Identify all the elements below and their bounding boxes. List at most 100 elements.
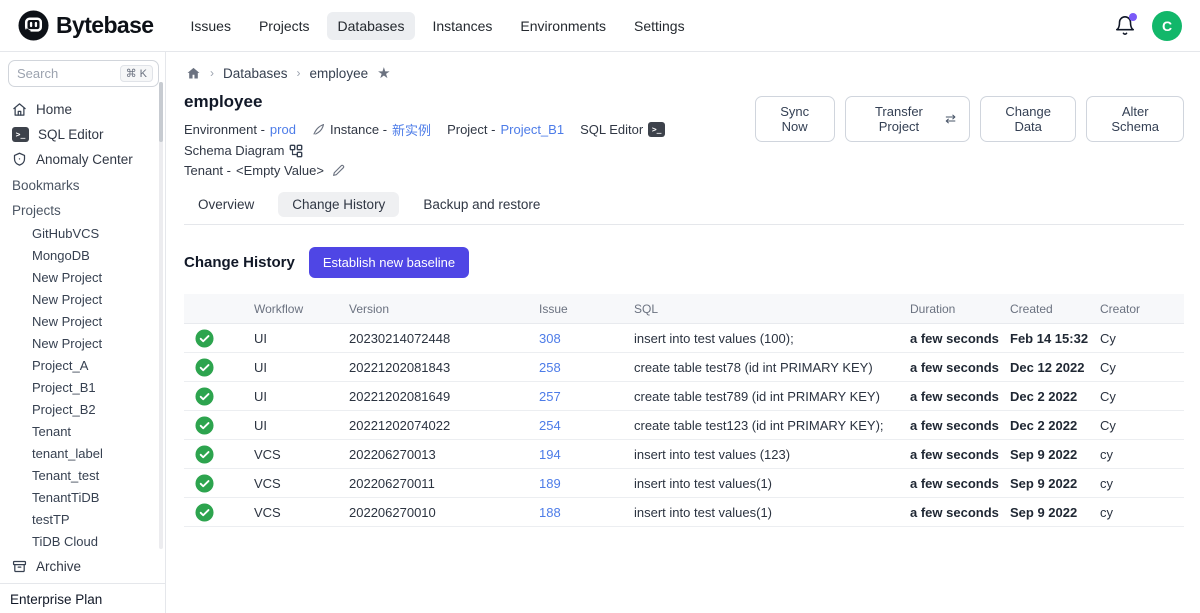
shield-icon (12, 152, 27, 167)
terminal-icon: >_ (12, 127, 29, 142)
table-row[interactable]: UI 20230214072448 308 insert into test v… (184, 324, 1184, 353)
page-header: employee Environment - prod Instance - 新… (184, 92, 755, 178)
issue-link[interactable]: 257 (539, 389, 634, 404)
table-row[interactable]: VCS 202206270013 194 insert into test va… (184, 440, 1184, 469)
tab-overview[interactable]: Overview (184, 192, 268, 217)
archive-icon (12, 559, 27, 574)
plan-label[interactable]: Enterprise Plan (8, 584, 159, 613)
cell-version: 20221202074022 (349, 418, 539, 433)
issue-link[interactable]: 189 (539, 476, 634, 491)
breadcrumb-employee[interactable]: employee (310, 66, 369, 81)
meta-schema-diagram[interactable]: Schema Diagram (184, 143, 303, 158)
sidebar-project-new-project-4[interactable]: New Project (8, 332, 159, 354)
sidebar-project-project-b2[interactable]: Project_B2 (8, 398, 159, 420)
instance-label: Instance - (330, 122, 387, 137)
issue-link[interactable]: 258 (539, 360, 634, 375)
transfer-project-button[interactable]: Transfer Project⇄ (845, 96, 970, 142)
sidebar-section-bookmarks[interactable]: Bookmarks (8, 172, 159, 197)
sidebar-project-project-b1[interactable]: Project_B1 (8, 376, 159, 398)
sidebar-scrollbar-thumb[interactable] (159, 82, 163, 142)
instance-link[interactable]: 新实例 (392, 120, 431, 139)
sidebar-bottom: Archive Enterprise Plan (8, 554, 159, 613)
cell-creator: Cy (1100, 331, 1184, 346)
nav-environments[interactable]: Environments (509, 12, 617, 40)
sql-editor-label: SQL Editor (580, 122, 643, 137)
table-row[interactable]: UI 20221202074022 254 create table test1… (184, 411, 1184, 440)
sidebar-project-testtp[interactable]: testTP (8, 508, 159, 530)
favorite-star-icon[interactable]: ★ (377, 64, 390, 82)
sidebar-project-new-project-1[interactable]: New Project (8, 266, 159, 288)
issue-link[interactable]: 194 (539, 447, 634, 462)
sidebar-project-project-a[interactable]: Project_A (8, 354, 159, 376)
cell-sql: insert into test values(1) (634, 505, 910, 520)
tab-change-history[interactable]: Change History (278, 192, 399, 217)
sidebar-scrollbar[interactable] (159, 82, 163, 549)
success-check-icon (195, 416, 214, 435)
sidebar-project-tenanttidb[interactable]: TenantTiDB (8, 486, 159, 508)
notification-bell-icon[interactable] (1114, 15, 1136, 37)
page-title: employee (184, 92, 755, 112)
cell-version: 20221202081843 (349, 360, 539, 375)
transfer-arrows-icon: ⇄ (945, 111, 956, 127)
breadcrumb-home-icon[interactable] (186, 66, 201, 81)
schema-diagram-label: Schema Diagram (184, 143, 284, 158)
nav-issues[interactable]: Issues (179, 12, 241, 40)
table-row[interactable]: UI 20221202081649 257 create table test7… (184, 382, 1184, 411)
sidebar-item-label: Home (36, 102, 72, 117)
project-link[interactable]: Project_B1 (500, 122, 564, 137)
environment-link[interactable]: prod (270, 122, 296, 137)
nav-instances[interactable]: Instances (421, 12, 503, 40)
sidebar-item-archive[interactable]: Archive (8, 554, 159, 579)
column-header-issue: Issue (539, 302, 634, 316)
meta-sql-editor[interactable]: SQL Editor >_ (580, 122, 665, 137)
cell-duration: a few seconds (910, 389, 1010, 404)
sidebar-project-tenant-test[interactable]: Tenant_test (8, 464, 159, 486)
bytebase-logo-icon (18, 10, 49, 41)
cell-creator: cy (1100, 476, 1184, 491)
sidebar-section-projects[interactable]: Projects (8, 197, 159, 222)
table-row[interactable]: VCS 202206270011 189 insert into test va… (184, 469, 1184, 498)
tenant-value: <Empty Value> (236, 163, 324, 178)
tab-backup-and-restore[interactable]: Backup and restore (409, 192, 554, 217)
sidebar-project-new-project-3[interactable]: New Project (8, 310, 159, 332)
sidebar-project-mongodb[interactable]: MongoDB (8, 244, 159, 266)
cell-creator: Cy (1100, 389, 1184, 404)
sidebar-project-tidb-cloud[interactable]: TiDB Cloud (8, 530, 159, 552)
sidebar-item-anomaly-center[interactable]: Anomaly Center (8, 147, 159, 172)
cell-duration: a few seconds (910, 447, 1010, 462)
cell-created: Feb 14 15:32 (1010, 331, 1100, 346)
alter-schema-button[interactable]: Alter Schema (1086, 96, 1184, 142)
edit-pencil-icon[interactable] (332, 164, 345, 177)
sidebar-project-new-project-2[interactable]: New Project (8, 288, 159, 310)
nav-settings[interactable]: Settings (623, 12, 696, 40)
change-data-button[interactable]: Change Data (980, 96, 1076, 142)
sidebar-project-list: GitHubVCS MongoDB New Project New Projec… (8, 222, 159, 552)
table-row[interactable]: UI 20221202081843 258 create table test7… (184, 353, 1184, 382)
bytebase-logo[interactable]: Bytebase (18, 10, 153, 41)
issue-link[interactable]: 254 (539, 418, 634, 433)
search-input[interactable] (17, 66, 97, 81)
sync-now-button[interactable]: Sync Now (755, 96, 835, 142)
breadcrumb-databases[interactable]: Databases (223, 66, 288, 81)
issue-link[interactable]: 188 (539, 505, 634, 520)
cell-version: 20221202081649 (349, 389, 539, 404)
table-row[interactable]: VCS 202206270010 188 insert into test va… (184, 498, 1184, 527)
sidebar-project-tenant-label[interactable]: tenant_label (8, 442, 159, 464)
sidebar-item-home[interactable]: Home (8, 97, 159, 122)
issue-link[interactable]: 308 (539, 331, 634, 346)
button-label: Alter Schema (1100, 104, 1170, 134)
sidebar-project-tenant[interactable]: Tenant (8, 420, 159, 442)
topbar-right: C (1114, 11, 1182, 41)
sidebar-project-githubvcs[interactable]: GitHubVCS (8, 222, 159, 244)
success-check-icon (195, 329, 214, 348)
nav-databases[interactable]: Databases (327, 12, 416, 40)
search-box[interactable]: ⌘ K (8, 60, 159, 87)
tenant-label: Tenant - (184, 163, 231, 178)
change-history-table: Workflow Version Issue SQL Duration Crea… (184, 294, 1184, 527)
nav-projects[interactable]: Projects (248, 12, 321, 40)
user-avatar[interactable]: C (1152, 11, 1182, 41)
sidebar-item-sql-editor[interactable]: >_ SQL Editor (8, 122, 159, 147)
cell-workflow: UI (254, 331, 349, 346)
button-label: Sync Now (769, 104, 821, 134)
establish-baseline-button[interactable]: Establish new baseline (309, 247, 469, 278)
